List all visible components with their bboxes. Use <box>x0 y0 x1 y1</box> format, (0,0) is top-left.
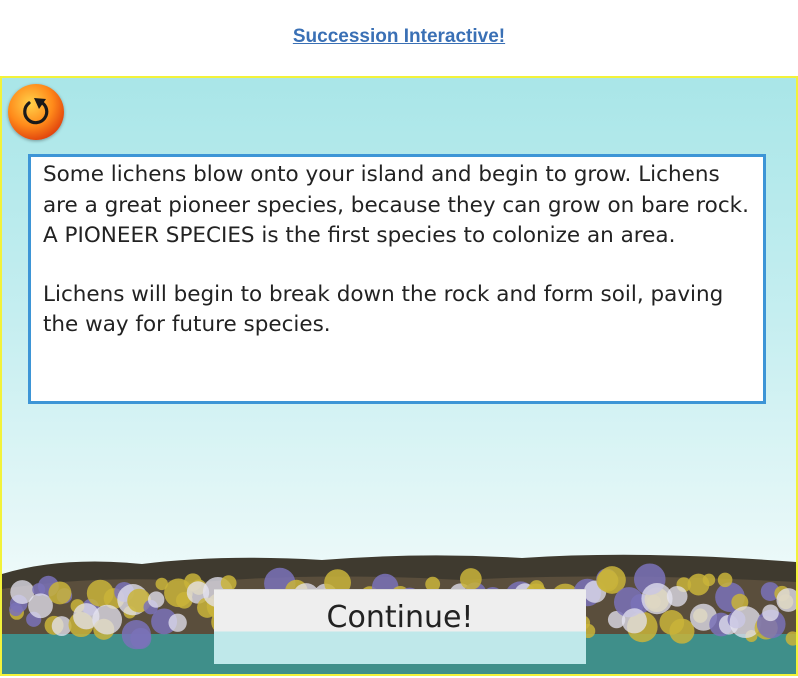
lichen-cluster <box>130 627 152 649</box>
lichen-cluster <box>168 613 187 632</box>
lichen-cluster <box>86 579 114 607</box>
lichen-cluster <box>48 581 72 605</box>
succession-interactive-link[interactable]: Succession Interactive! <box>0 26 798 48</box>
lichen-cluster <box>669 618 695 644</box>
lichen-cluster <box>28 593 53 619</box>
lichen-cluster <box>459 568 482 590</box>
lichen-cluster <box>762 604 779 622</box>
lichen-cluster <box>666 585 688 607</box>
lichen-cluster <box>147 591 165 608</box>
continue-button[interactable]: Continue! <box>214 589 586 664</box>
info-paragraph-1: Some lichens blow onto your island and b… <box>43 162 770 248</box>
lichen-cluster <box>92 604 123 635</box>
lichen-cluster <box>155 577 168 591</box>
info-text-box: Some lichens blow onto your island and b… <box>28 154 766 404</box>
restart-icon <box>23 98 49 125</box>
interactive-frame: Some lichens blow onto your island and b… <box>0 76 798 676</box>
lichen-cluster <box>51 616 72 636</box>
lichen-cluster <box>621 608 647 634</box>
info-paragraph-2: Lichens will begin to break down the roc… <box>43 281 731 338</box>
restart-button[interactable] <box>8 84 64 140</box>
lichen-cluster <box>687 573 710 596</box>
continue-label: Continue! <box>326 600 474 635</box>
lichen-cluster <box>717 572 733 588</box>
